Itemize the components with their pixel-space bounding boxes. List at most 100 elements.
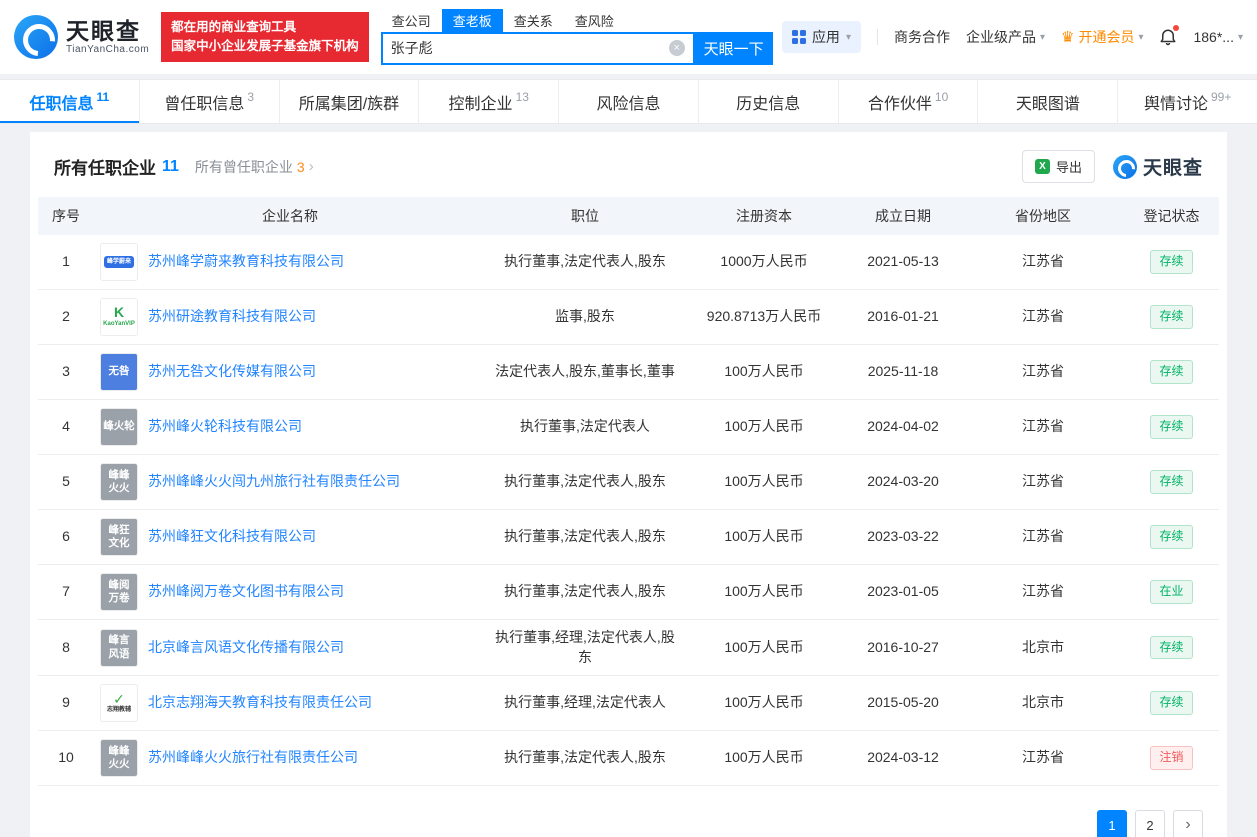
notification-dot: [1173, 25, 1179, 31]
company-link[interactable]: 北京峰言风语文化传播有限公司: [148, 638, 344, 658]
status-cell: 存续: [1124, 290, 1219, 345]
company-link[interactable]: 苏州峰峰火火闯九州旅行社有限责任公司: [148, 472, 400, 492]
search-button[interactable]: 天眼一下: [695, 32, 773, 65]
position-cell: 执行董事,法定代表人,股东: [486, 731, 684, 786]
tab-label: 任职信息: [30, 90, 94, 114]
capital-cell: 100万人民币: [684, 731, 844, 786]
company-cell: 峰言风语北京峰言风语文化传播有限公司: [94, 620, 486, 676]
header-right-nav: 应用 ▾ 商务合作 企业级产品 ▾ ♛ 开通会员 ▾ 186*... ▾: [782, 21, 1243, 53]
date-cell: 2016-10-27: [844, 620, 962, 676]
company-cell: 峰峰火火苏州峰峰火火旅行社有限责任公司: [94, 731, 486, 786]
chevron-down-icon: ▾: [846, 32, 851, 43]
page-tab-3[interactable]: 所属集团/族群: [279, 80, 419, 123]
row-index: 9: [38, 676, 94, 731]
search-type-tab-4[interactable]: 查风险: [564, 9, 625, 32]
position-cell: 法定代表人,股东,董事长,董事: [486, 345, 684, 400]
company-logo: 峰峰火火: [100, 463, 138, 501]
page-tab-5[interactable]: 风险信息: [558, 80, 698, 123]
enterprise-products-link[interactable]: 企业级产品 ▾: [966, 27, 1045, 47]
capital-cell: 100万人民币: [684, 455, 844, 510]
page-button-1[interactable]: 1: [1097, 810, 1127, 837]
search-type-tab-3[interactable]: 查关系: [503, 9, 564, 32]
page-tab-6[interactable]: 历史信息: [698, 80, 838, 123]
tianyancha-logo-icon: [14, 15, 58, 59]
company-link[interactable]: 苏州峰火轮科技有限公司: [148, 417, 302, 437]
page-button-2[interactable]: 2: [1135, 810, 1165, 837]
positions-card: 所有任职企业 11 所有曾任职企业 3 › X 导出 天眼查 序号企业名称职位注…: [30, 132, 1227, 837]
page-tabs: 任职信息11曾任职信息3所属集团/族群控制企业13风险信息历史信息合作伙伴10天…: [0, 79, 1257, 124]
notifications-bell[interactable]: [1159, 27, 1177, 47]
status-badge: 存续: [1150, 470, 1192, 494]
export-button[interactable]: X 导出: [1022, 150, 1095, 183]
company-logo: 峰学蔚来: [100, 243, 138, 281]
province-cell: 江苏省: [962, 455, 1124, 510]
page-tab-4[interactable]: 控制企业13: [418, 80, 558, 123]
company-link[interactable]: 北京志翔海天教育科技有限责任公司: [148, 693, 372, 713]
slogan-line-2: 国家中小企业发展子基金旗下机构: [171, 37, 359, 56]
company-link[interactable]: 苏州峰峰火火旅行社有限责任公司: [148, 748, 358, 768]
tab-label: 所属集团/族群: [299, 90, 399, 114]
tab-count: 99+: [1211, 90, 1231, 104]
date-cell: 2015-05-20: [844, 676, 962, 731]
date-cell: 2023-01-05: [844, 565, 962, 620]
province-cell: 江苏省: [962, 345, 1124, 400]
company-link[interactable]: 苏州无咎文化传媒有限公司: [148, 362, 316, 382]
date-cell: 2024-03-12: [844, 731, 962, 786]
apps-menu[interactable]: 应用 ▾: [782, 21, 861, 53]
date-cell: 2021-05-13: [844, 235, 962, 290]
tab-count: 11: [97, 90, 110, 104]
chevron-down-icon: ▾: [1238, 32, 1243, 43]
capital-cell: 100万人民币: [684, 345, 844, 400]
status-badge: 存续: [1150, 691, 1192, 715]
search-area: 查公司查老板查关系查风险 × 天眼一下: [381, 10, 773, 65]
business-cooperation-link[interactable]: 商务合作: [894, 27, 950, 47]
province-cell: 江苏省: [962, 400, 1124, 455]
status-cell: 存续: [1124, 676, 1219, 731]
position-cell: 执行董事,经理,法定代表人,股东: [486, 620, 684, 676]
column-header: 注册资本: [684, 197, 844, 235]
open-vip-link[interactable]: ♛ 开通会员 ▾: [1061, 27, 1143, 47]
pagination: 12 ›: [54, 810, 1203, 837]
search-type-tabs: 查公司查老板查关系查风险: [381, 10, 773, 32]
province-cell: 北京市: [962, 676, 1124, 731]
status-badge: 在业: [1150, 580, 1192, 604]
page-tab-1[interactable]: 任职信息11: [0, 80, 139, 123]
company-cell: 峰阅万卷苏州峰阅万卷文化图书有限公司: [94, 565, 486, 620]
next-page-button[interactable]: ›: [1173, 810, 1203, 837]
company-logo: 峰狂文化: [100, 518, 138, 556]
tianyancha-logo[interactable]: 天眼查 TianYanCha.com: [14, 15, 149, 59]
company-link[interactable]: 苏州峰阅万卷文化图书有限公司: [148, 582, 344, 602]
status-cell: 存续: [1124, 455, 1219, 510]
row-index: 10: [38, 731, 94, 786]
search-input[interactable]: [391, 40, 669, 56]
capital-cell: 920.8713万人民币: [684, 290, 844, 345]
apps-grid-icon: [792, 30, 806, 44]
table-row: 1峰学蔚来苏州峰学蔚来教育科技有限公司执行董事,法定代表人,股东1000万人民币…: [38, 235, 1219, 290]
page-tab-2[interactable]: 曾任职信息3: [139, 80, 279, 123]
company-link[interactable]: 苏州峰学蔚来教育科技有限公司: [148, 252, 344, 272]
company-logo: KKaoYanVIP: [100, 298, 138, 336]
row-index: 5: [38, 455, 94, 510]
page-tab-9[interactable]: 舆情讨论99+: [1117, 80, 1257, 123]
position-cell: 监事,股东: [486, 290, 684, 345]
province-cell: 江苏省: [962, 290, 1124, 345]
province-cell: 江苏省: [962, 235, 1124, 290]
company-link[interactable]: 苏州研途教育科技有限公司: [148, 307, 316, 327]
table-row: 3无咎苏州无咎文化传媒有限公司法定代表人,股东,董事长,董事100万人民币202…: [38, 345, 1219, 400]
account-menu[interactable]: 186*... ▾: [1193, 29, 1243, 45]
page-tab-8[interactable]: 天眼图谱: [977, 80, 1117, 123]
search-type-tab-1[interactable]: 查公司: [381, 9, 442, 32]
status-cell: 在业: [1124, 565, 1219, 620]
status-cell: 存续: [1124, 620, 1219, 676]
status-badge: 存续: [1150, 305, 1192, 329]
company-cell: 无咎苏州无咎文化传媒有限公司: [94, 345, 486, 400]
table-row: 8峰言风语北京峰言风语文化传播有限公司执行董事,经理,法定代表人,股东100万人…: [38, 620, 1219, 676]
search-type-tab-2[interactable]: 查老板: [442, 9, 503, 32]
former-positions-link[interactable]: 所有曾任职企业 3 ›: [195, 157, 314, 177]
page-tab-7[interactable]: 合作伙伴10: [838, 80, 978, 123]
tianyancha-watermark-icon: [1113, 155, 1137, 179]
company-link[interactable]: 苏州峰狂文化科技有限公司: [148, 527, 316, 547]
clear-search-icon[interactable]: ×: [669, 40, 685, 56]
company-logo: ✓志翔教辅: [100, 684, 138, 722]
tab-label: 历史信息: [736, 90, 800, 114]
